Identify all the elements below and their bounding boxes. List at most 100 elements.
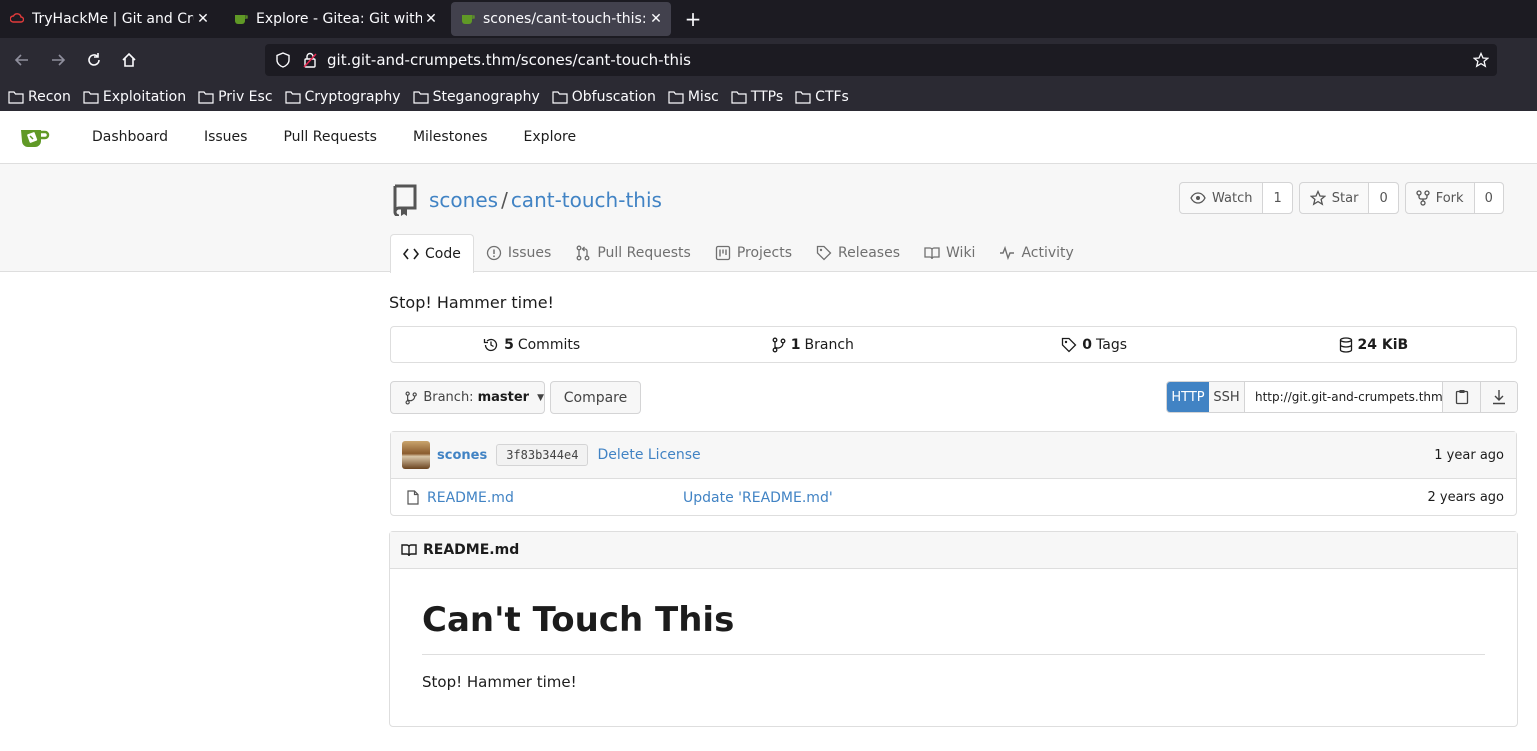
folder-icon [8, 90, 24, 104]
browser-tab-repo[interactable]: scones/cant-touch-this: S ✕ [451, 2, 671, 36]
watch-count[interactable]: 1 [1263, 183, 1292, 213]
nav-dashboard[interactable]: Dashboard [92, 129, 168, 145]
reload-icon[interactable] [82, 48, 106, 72]
close-tab-icon[interactable]: ✕ [647, 11, 665, 27]
commits-stat[interactable]: 5 Commits [391, 327, 672, 362]
bookmark-folder[interactable]: Obfuscation [552, 89, 656, 105]
clone-panel: HTTP SSH http://git.git-and-crumpets.thm… [1166, 381, 1518, 413]
file-icon [407, 490, 419, 505]
repo-stats-bar: 5 Commits 1 Branch 0 Tags 24 KiB [390, 326, 1517, 363]
issue-icon [486, 245, 501, 261]
folder-icon [731, 90, 747, 104]
commit-time: 1 year ago [1434, 447, 1504, 463]
size-stat: 24 KiB [1235, 327, 1516, 362]
file-name-link[interactable]: README.md [427, 490, 514, 506]
branch-dropdown[interactable]: Branch: master ▼ [390, 381, 545, 414]
history-icon [483, 338, 498, 351]
bookmark-label: TTPs [750, 88, 784, 105]
ssh-clone-button[interactable]: SSH [1209, 382, 1245, 412]
pulse-icon [1000, 246, 1015, 260]
nav-pull-requests[interactable]: Pull Requests [283, 129, 376, 145]
repo-name-link[interactable]: cant-touch-this [511, 188, 662, 212]
insecure-lock-icon[interactable] [303, 52, 317, 68]
bookmark-label: Steganography [432, 88, 540, 105]
tab-releases[interactable]: Releases [804, 234, 912, 272]
bookmark-folder[interactable]: Steganography [412, 88, 540, 105]
tags-label: Tags [1096, 336, 1127, 353]
branches-stat[interactable]: 1 Branch [672, 327, 953, 362]
commits-count: 5 [504, 336, 514, 353]
file-commit-message-link[interactable]: Update 'README.md' [683, 490, 833, 506]
tab-code[interactable]: Code [390, 234, 474, 273]
http-clone-button[interactable]: HTTP [1167, 382, 1209, 412]
tab-label: Code [425, 246, 461, 262]
tab-activity[interactable]: Activity [987, 234, 1085, 272]
list-item: README.md Update 'README.md' 2 years ago [391, 479, 1516, 516]
bookmark-folder[interactable]: Priv Esc [198, 89, 273, 105]
repo-header: scones / cant-touch-this Watch 1 Star 0 … [0, 164, 1537, 273]
bookmark-folder[interactable]: Misc [668, 89, 719, 105]
browser-tab-explore[interactable]: Explore - Gitea: Git with a ✕ [224, 2, 446, 36]
tags-count: 0 [1082, 336, 1092, 353]
readme-panel: README.md Can't Touch This Stop! Hammer … [389, 531, 1518, 727]
tag-icon [816, 245, 832, 261]
tab-pull-requests[interactable]: Pull Requests [563, 234, 702, 272]
folder-icon [412, 90, 429, 104]
tab-wiki[interactable]: Wiki [912, 234, 987, 272]
bookmark-label: Exploitation [102, 88, 187, 105]
commit-sha-button[interactable]: 3f83b344e4 [496, 444, 589, 466]
repo-description: Stop! Hammer time! [389, 293, 554, 312]
browser-tab-tryhackme[interactable]: TryHackMe | Git and Crum ✕ [0, 2, 218, 36]
watch-button[interactable]: Watch [1180, 183, 1264, 213]
tags-stat[interactable]: 0 Tags [954, 327, 1235, 362]
address-bar[interactable]: git.git-and-crumpets.thm/scones/cant-tou… [265, 44, 1497, 76]
fork-button[interactable]: Fork [1406, 183, 1475, 213]
copy-clipboard-icon[interactable] [1443, 382, 1480, 412]
bookmark-folder[interactable]: Recon [8, 89, 71, 105]
bookmark-folder[interactable]: Exploitation [83, 89, 186, 105]
home-icon[interactable] [117, 48, 141, 72]
star-button[interactable]: Star [1300, 183, 1370, 213]
bookmark-star-icon[interactable] [1473, 52, 1489, 68]
readme-filename: README.md [423, 542, 520, 558]
repo-owner-link[interactable]: scones [429, 188, 498, 212]
nav-issues[interactable]: Issues [204, 129, 248, 145]
close-tab-icon[interactable]: ✕ [422, 11, 440, 27]
close-tab-icon[interactable]: ✕ [194, 11, 212, 27]
star-count[interactable]: 0 [1369, 183, 1398, 213]
forward-arrow-icon[interactable] [46, 48, 70, 72]
nav-explore[interactable]: Explore [524, 129, 577, 145]
bookmark-label: Misc [687, 88, 719, 105]
star-icon [1309, 190, 1326, 206]
compare-button[interactable]: Compare [550, 381, 641, 414]
tab-projects[interactable]: Projects [703, 234, 804, 272]
download-icon[interactable] [1480, 382, 1517, 412]
commit-message-link[interactable]: Delete License [597, 447, 700, 463]
readme-divider [422, 654, 1485, 655]
latest-commit-row: scones 3f83b344e4 Delete License 1 year … [391, 432, 1516, 479]
gitea-logo-icon[interactable] [18, 121, 50, 153]
tab-issues[interactable]: Issues [474, 234, 564, 272]
pull-request-icon [576, 245, 590, 261]
watch-button-group: Watch 1 [1179, 182, 1293, 214]
bookmark-label: CTFs [815, 88, 849, 105]
new-tab-plus-icon[interactable]: + [680, 6, 706, 32]
bookmark-folder[interactable]: Cryptography [284, 89, 401, 105]
folder-icon [198, 90, 214, 104]
fork-button-group: Fork 0 [1404, 182, 1504, 214]
folder-icon [552, 90, 568, 104]
tab-label: Wiki [946, 245, 976, 261]
repo-title: scones / cant-touch-this [391, 184, 662, 216]
gitea-navbar: Dashboard Issues Pull Requests Milestone… [0, 111, 1537, 164]
back-arrow-icon[interactable] [10, 48, 34, 72]
commit-author-link[interactable]: scones [437, 448, 487, 463]
clone-url-input[interactable]: http://git.git-and-crumpets.thm/scones/c… [1245, 382, 1443, 412]
bookmark-folder[interactable]: CTFs [795, 89, 849, 105]
shield-icon[interactable] [275, 52, 291, 68]
branch-prefix: Branch: [423, 390, 474, 405]
branches-count: 1 [790, 336, 801, 353]
fork-count[interactable]: 0 [1474, 183, 1503, 213]
avatar[interactable] [402, 441, 430, 469]
bookmark-folder[interactable]: TTPs [731, 89, 783, 105]
nav-milestones[interactable]: Milestones [413, 129, 488, 145]
